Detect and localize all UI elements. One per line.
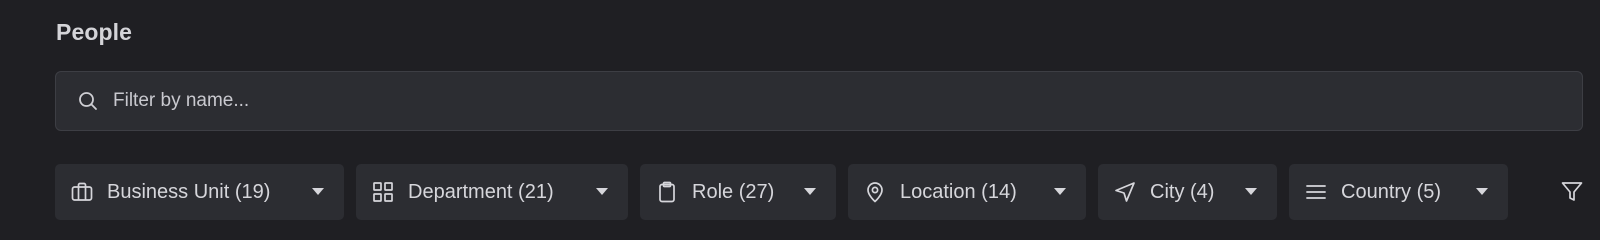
search-input[interactable] — [111, 80, 1582, 122]
map-pin-icon — [864, 181, 886, 203]
chevron-down-icon — [1054, 188, 1066, 195]
filter-country[interactable]: Country (5) — [1289, 164, 1508, 220]
search-box[interactable] — [55, 71, 1583, 131]
list-icon — [1305, 181, 1327, 203]
filter-department-label: Department (21) — [408, 180, 554, 203]
briefcase-icon — [71, 181, 93, 203]
filter-business-unit[interactable]: Business Unit (19) — [55, 164, 344, 220]
filter-role-label: Role (27) — [692, 180, 775, 203]
filter-city-label: City (4) — [1150, 180, 1215, 203]
funnel-icon[interactable] — [1560, 180, 1584, 204]
chevron-down-icon — [596, 188, 608, 195]
chevron-down-icon — [804, 188, 816, 195]
filter-city[interactable]: City (4) — [1098, 164, 1277, 220]
page-title: People — [56, 19, 133, 45]
chevron-down-icon — [1245, 188, 1257, 195]
search-icon — [78, 91, 98, 111]
chevron-down-icon — [312, 188, 324, 195]
filter-location-label: Location (14) — [900, 180, 1017, 203]
filter-business-unit-label: Business Unit (19) — [107, 180, 271, 203]
clipboard-icon — [656, 181, 678, 203]
navigation-icon — [1114, 181, 1136, 203]
filter-department[interactable]: Department (21) — [356, 164, 628, 220]
grid-icon — [372, 181, 394, 203]
chevron-down-icon — [1476, 188, 1488, 195]
filter-role[interactable]: Role (27) — [640, 164, 836, 220]
people-page: People Business Unit (19) — [0, 0, 1600, 237]
filter-location[interactable]: Location (14) — [848, 164, 1086, 220]
filter-country-label: Country (5) — [1341, 180, 1442, 203]
